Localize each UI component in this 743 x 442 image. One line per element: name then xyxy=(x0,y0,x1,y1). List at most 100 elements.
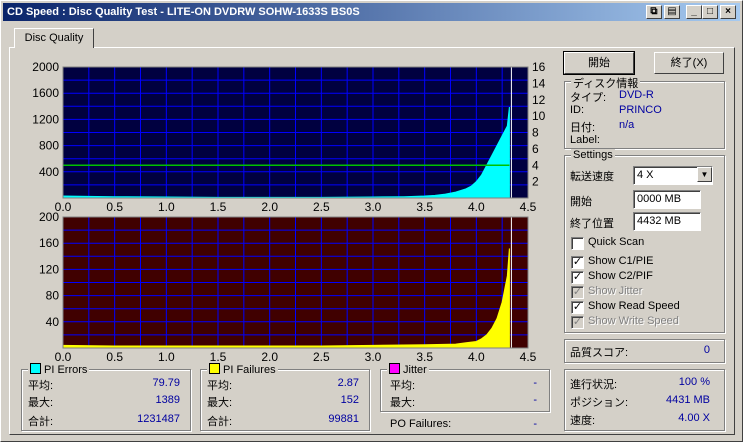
settings-title: Settings xyxy=(571,149,615,161)
y2-tick-label: 8 xyxy=(532,126,539,140)
pie-max-value: 1389 xyxy=(155,394,180,406)
cyan-swatch-icon xyxy=(30,363,41,374)
pi-errors-chart: 2468101214164008001200160020000.0 0.5 1.0 1… xyxy=(32,60,545,214)
show-write-checkbox[interactable]: ✓ xyxy=(571,316,584,329)
x-tick-label: 2.5 xyxy=(313,350,330,363)
quality-score-label: 品質スコア: xyxy=(570,347,629,359)
maximize-button[interactable]: □ xyxy=(702,5,718,19)
progress-label: 進行状況: xyxy=(570,379,618,391)
charts-area: 2 4 6 8 10 12 14 16 400 800 1200 1600 2000 0.0 0.5 1.0 1… xyxy=(32,60,545,363)
x-tick-label: 0.5 xyxy=(106,200,123,214)
date-value: n/a xyxy=(619,119,635,131)
id-value: PRINCO xyxy=(619,104,662,116)
x-tick-label: 1.5 xyxy=(210,350,227,363)
close-button[interactable]: × xyxy=(720,5,736,19)
x-tick-label: 3.0 xyxy=(365,350,382,363)
quality-score-value: 0 xyxy=(703,344,710,356)
show-c1-label: Show C1/PIE xyxy=(588,255,654,267)
show-c2-label: Show C2/PIF xyxy=(588,270,653,282)
copy-icon[interactable]: ⧉ xyxy=(646,5,662,19)
pif-max-value: 152 xyxy=(340,394,359,406)
speed-select[interactable]: 4 X ▼ xyxy=(633,166,713,185)
quick-scan-label: Quick Scan xyxy=(588,236,645,248)
show-c2-checkbox[interactable]: ✓ xyxy=(571,271,584,284)
y-tick-label: 400 xyxy=(39,165,59,179)
x-tick-label: 4.5 xyxy=(520,350,537,363)
quick-scan-checkbox[interactable] xyxy=(571,237,584,250)
pie-total-label: 合計: xyxy=(28,416,54,428)
jitter-group: Jitter 平均: - 最大: - xyxy=(380,363,550,412)
y-tick-label: 200 xyxy=(39,210,59,224)
pif-total-label: 合計: xyxy=(207,416,233,428)
pie-max-label: 最大: xyxy=(28,397,54,409)
x-tick-label: 1.5 xyxy=(210,200,227,214)
jitter-title: Jitter xyxy=(387,363,429,376)
type-value: DVD-R xyxy=(619,89,654,101)
stop-button[interactable]: 終了(X) xyxy=(654,52,724,74)
y2-tick-label: 16 xyxy=(532,60,546,74)
y-tick-label: 40 xyxy=(46,315,60,329)
progress-box: 進行状況: 100 % ポジション: 4431 MB 速度: 4.00 X xyxy=(564,369,725,431)
save-icon[interactable]: ▤ xyxy=(664,5,680,19)
magenta-swatch-icon xyxy=(389,363,400,374)
y-tick-label: 1200 xyxy=(32,112,59,126)
position-label: ポジション: xyxy=(570,397,629,409)
end-pos-label: 終了位置 xyxy=(570,218,614,230)
start-pos-input[interactable]: 0000 MB xyxy=(633,190,701,209)
yellow-swatch-icon xyxy=(209,363,220,374)
speed-select-value: 4 X xyxy=(637,169,654,181)
start-pos-label: 開始 xyxy=(570,196,592,208)
pi-failures-group: PI Failures 平均: 2.87 最大: 152 合計: 99881 xyxy=(200,363,370,431)
show-write-label: Show Write Speed xyxy=(588,315,679,327)
show-read-checkbox[interactable]: ✓ xyxy=(571,301,584,314)
start-button[interactable]: 開始 xyxy=(563,51,635,75)
jitter-avg-value: - xyxy=(533,377,537,389)
end-pos-input[interactable]: 4432 MB xyxy=(633,212,701,231)
pi-errors-title-text: PI Errors xyxy=(44,364,88,376)
pif-avg-value: 2.87 xyxy=(337,377,359,389)
app-window: CD Speed : Disc Quality Test - LITE-ON D… xyxy=(0,0,743,442)
po-failures-label: PO Failures: xyxy=(390,418,452,430)
x-tick-label: 0.5 xyxy=(106,350,123,363)
speed-label: 転送速度 xyxy=(570,171,614,183)
po-failures-value: - xyxy=(533,418,537,430)
type-label: タイプ: xyxy=(570,92,607,104)
pi-failures-chart: 40 80 120 160 200 0.0 0.5 1.0 1.5 2.0 2.5 3.0 3.5 4.0… xyxy=(39,210,537,363)
y-tick-label: 80 xyxy=(46,289,60,303)
settings-group: Settings 転送速度 4 X ▼ 開始 0000 MB 終了位置 4432… xyxy=(564,149,725,333)
x-tick-label: 2.0 xyxy=(261,200,278,214)
show-c1-checkbox[interactable]: ✓ xyxy=(571,256,584,269)
progress-value: 100 % xyxy=(678,376,710,388)
show-jitter-label: Show Jitter xyxy=(588,285,643,297)
position-value: 4431 MB xyxy=(665,394,710,406)
jitter-max-label: 最大: xyxy=(390,397,416,409)
y-tick-label: 1600 xyxy=(32,86,59,100)
read-speed-value: 4.00 X xyxy=(678,412,710,424)
x-tick-label: 4.0 xyxy=(468,350,485,363)
x-tick-label: 3.5 xyxy=(416,200,433,214)
y-tick-label: 800 xyxy=(39,139,59,153)
pi-failures-title-text: PI Failures xyxy=(223,364,276,376)
x-tick-label: 3.0 xyxy=(365,200,382,214)
jitter-max-value: - xyxy=(533,394,537,406)
show-jitter-checkbox[interactable]: ✓ xyxy=(571,286,584,299)
pif-total-value: 99881 xyxy=(328,413,359,425)
y2-tick-label: 6 xyxy=(532,142,539,156)
disc-info-group: ディスク情報 タイプ: DVD-R ID: PRINCO 日付: n/a Lab… xyxy=(564,75,725,149)
x-tick-label: 1.0 xyxy=(158,200,175,214)
y-tick-label: 160 xyxy=(39,236,59,250)
pif-max-label: 最大: xyxy=(207,397,233,409)
x-tick-label: 2.0 xyxy=(261,350,278,363)
minimize-button[interactable]: _ xyxy=(686,5,702,19)
y2-tick-label: 14 xyxy=(532,76,546,90)
jitter-title-text: Jitter xyxy=(403,364,427,376)
y-tick-label: 120 xyxy=(39,262,59,276)
pi-errors-group: PI Errors 平均: 79.79 最大: 1389 合計: 1231487 xyxy=(21,363,191,431)
read-speed-label: 速度: xyxy=(570,415,596,427)
y2-tick-label: 12 xyxy=(532,93,546,107)
pi-errors-title: PI Errors xyxy=(28,363,90,376)
chevron-down-icon[interactable]: ▼ xyxy=(697,167,712,182)
x-tick-label: 3.5 xyxy=(416,350,433,363)
show-read-label: Show Read Speed xyxy=(588,300,680,312)
id-label: ID: xyxy=(570,104,585,116)
